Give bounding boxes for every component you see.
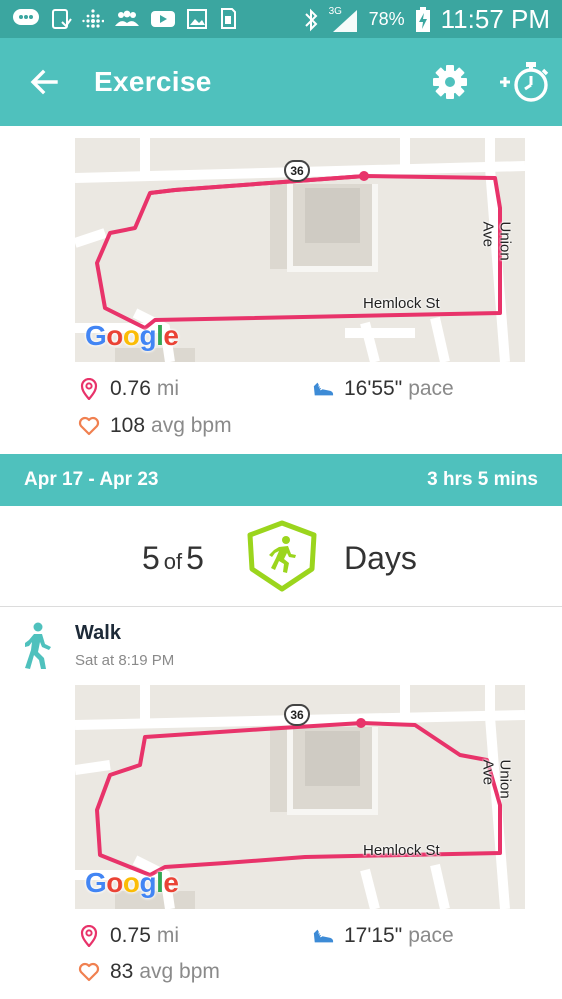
heart-rate-stat: 83 avg bpm (78, 960, 220, 984)
route-start-marker (359, 171, 369, 181)
route-shield: 36 (284, 704, 310, 726)
device-icon (52, 9, 72, 29)
shoe-icon (312, 378, 334, 400)
weekly-goal: 5 of 5 Days (0, 506, 562, 606)
back-arrow-icon[interactable] (28, 66, 60, 98)
pace-stat: 16'55" pace (312, 377, 454, 401)
page-title: Exercise (94, 66, 212, 97)
location-pin-icon (78, 378, 100, 400)
street-label-hemlock-st: Hemlock St (363, 842, 440, 859)
notification-icons (12, 8, 236, 30)
battery-charging-icon (415, 6, 430, 32)
people-icon (115, 10, 139, 26)
sim-icon (221, 8, 236, 29)
goal-achieved: 5 (142, 540, 160, 576)
week-range: Apr 17 - Apr 23 (24, 469, 159, 490)
heart-rate-value: 108 (110, 414, 146, 437)
heart-rate-unit: avg bpm (139, 960, 220, 983)
google-logo: Google (85, 867, 179, 898)
distance-value: 0.75 (110, 924, 151, 947)
goal-badge-icon (247, 520, 317, 592)
heart-rate-unit: avg bpm (151, 414, 232, 437)
distance-unit: mi (156, 377, 180, 400)
route-shield: 36 (284, 160, 310, 182)
app-bar: Exercise (0, 38, 562, 126)
fitbit-icon (82, 9, 104, 28)
distance-stat: 0.75 mi (78, 924, 179, 948)
route-start-marker (356, 718, 366, 728)
pace-stat: 17'15" pace (312, 924, 454, 948)
heart-rate-value: 83 (110, 960, 134, 983)
clock: 11:57 PM (440, 4, 550, 34)
pace-value: 16'55" (344, 377, 403, 400)
goal-days-label: Days (344, 540, 417, 576)
street-label-hemlock-st: Hemlock St (363, 295, 440, 312)
pace-value: 17'15" (344, 924, 403, 947)
goal-of: of (163, 549, 183, 574)
route-map[interactable]: 36 Union Ave Hemlock St Google (75, 685, 525, 909)
heart-icon (78, 961, 100, 983)
message-icon (13, 9, 39, 25)
distance-stat: 0.76 mi (78, 377, 179, 401)
gear-icon[interactable] (432, 64, 468, 100)
route-map[interactable]: 36 Union Ave Hemlock St Google (75, 138, 525, 362)
street-label-union-ave: Union Ave (479, 759, 514, 799)
signal-3g-icon: 3G (329, 6, 359, 34)
distance-value: 0.76 (110, 377, 151, 400)
goal-target: 5 (186, 540, 204, 576)
activity-time: Sat at 8:19 PM (75, 652, 175, 669)
youtube-icon (151, 11, 175, 27)
pace-unit: pace (408, 377, 454, 400)
system-status: 3G 78% 11:57 PM (303, 4, 550, 35)
shoe-icon (312, 925, 334, 947)
bluetooth-icon (304, 8, 318, 31)
google-logo: Google (85, 320, 179, 351)
week-total-time: 3 hrs 5 mins (427, 469, 538, 490)
pace-unit: pace (408, 924, 454, 947)
goal-count: 5 of 5 (142, 540, 204, 577)
walk-icon (25, 622, 51, 669)
heart-rate-stat: 108 avg bpm (78, 414, 232, 438)
street-label-union-ave: Union Ave (479, 221, 514, 261)
distance-unit: mi (156, 924, 180, 947)
battery-percent: 78% (368, 9, 405, 29)
heart-icon (78, 415, 100, 437)
gallery-icon (187, 9, 207, 29)
activity-name[interactable]: Walk (75, 622, 121, 645)
divider (0, 606, 562, 607)
week-summary-banner: Apr 17 - Apr 23 3 hrs 5 mins (0, 454, 562, 506)
status-bar: 3G 78% 11:57 PM (0, 0, 562, 38)
location-pin-icon (78, 925, 100, 947)
add-stopwatch-icon[interactable] (498, 60, 550, 104)
